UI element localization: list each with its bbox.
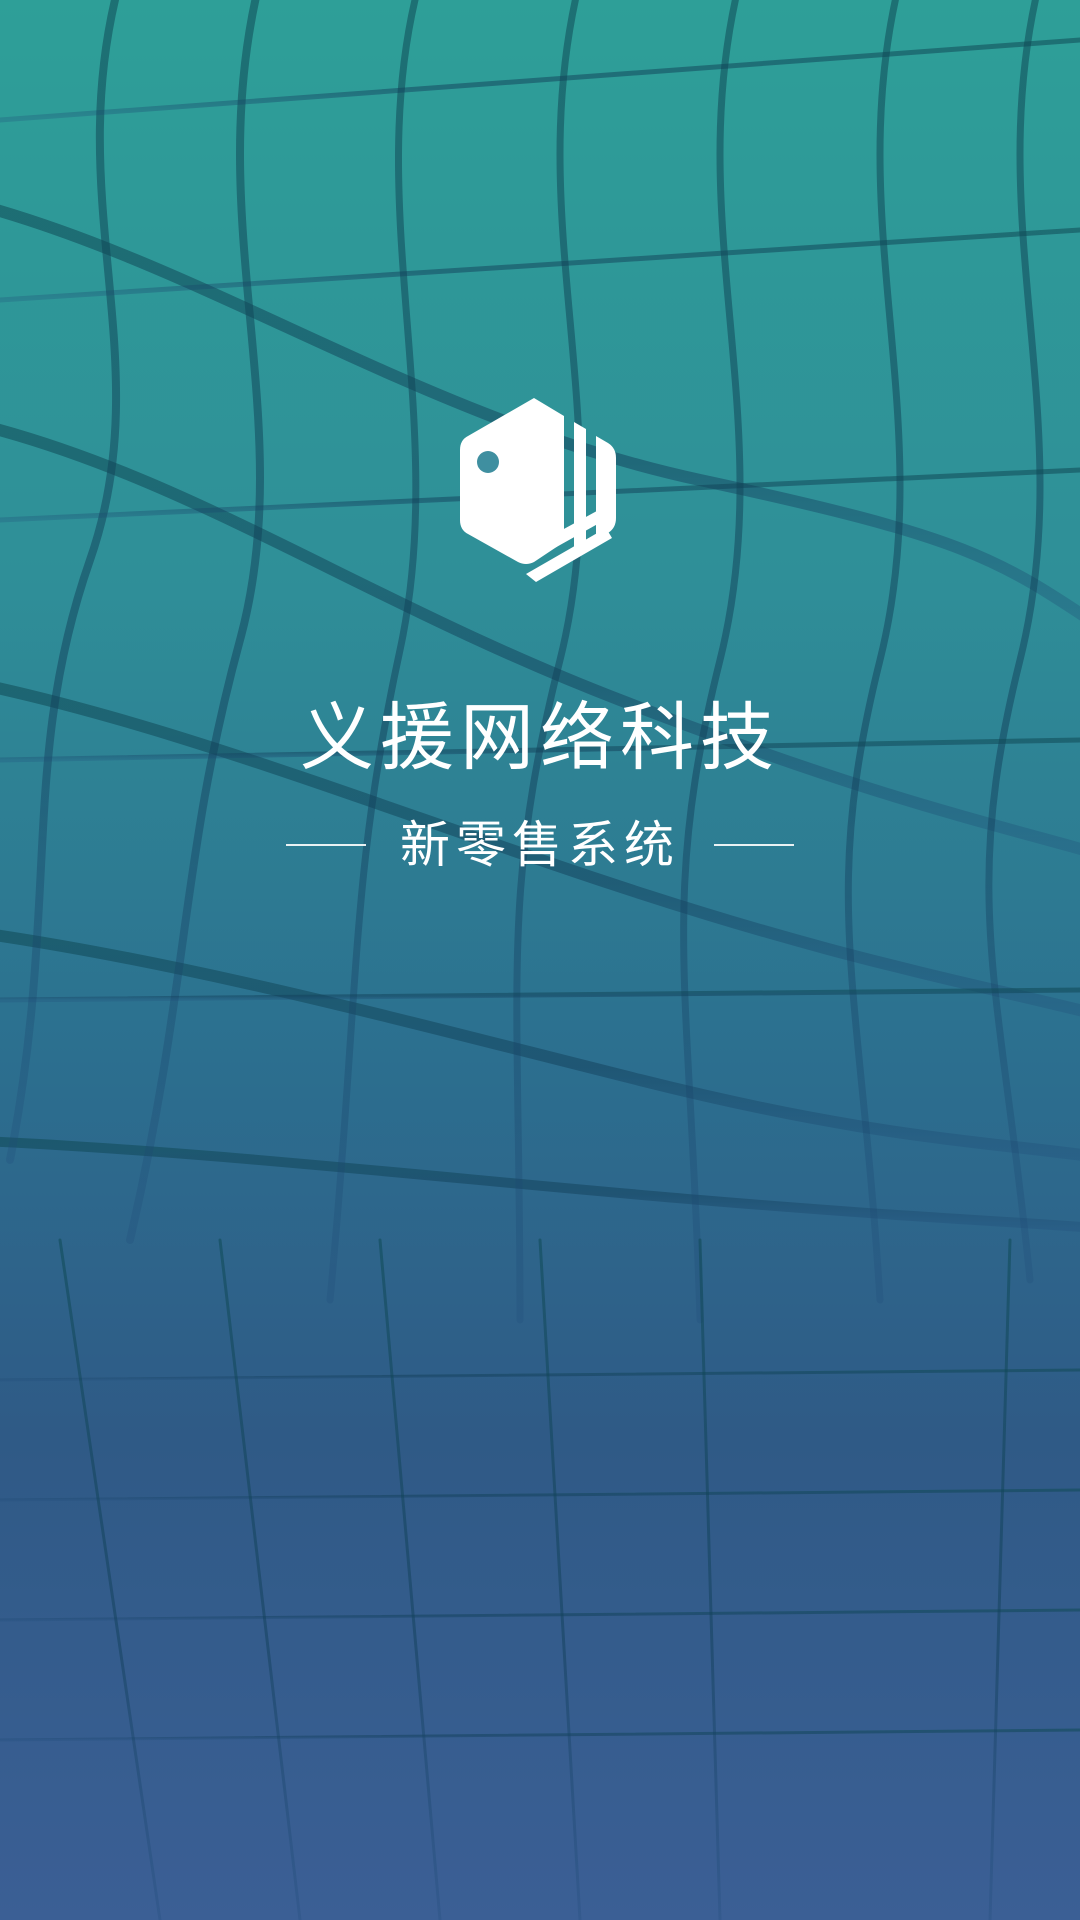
splash-screen: 义援网络科技 新零售系统 — [0, 0, 1080, 1920]
left-divider — [286, 844, 366, 846]
company-title: 义援网络科技 — [300, 695, 780, 781]
right-divider — [714, 844, 794, 846]
product-subtitle: 新零售系统 — [400, 816, 680, 874]
subtitle-row: 新零售系统 — [0, 815, 1080, 875]
cube-logo-icon — [456, 392, 624, 582]
